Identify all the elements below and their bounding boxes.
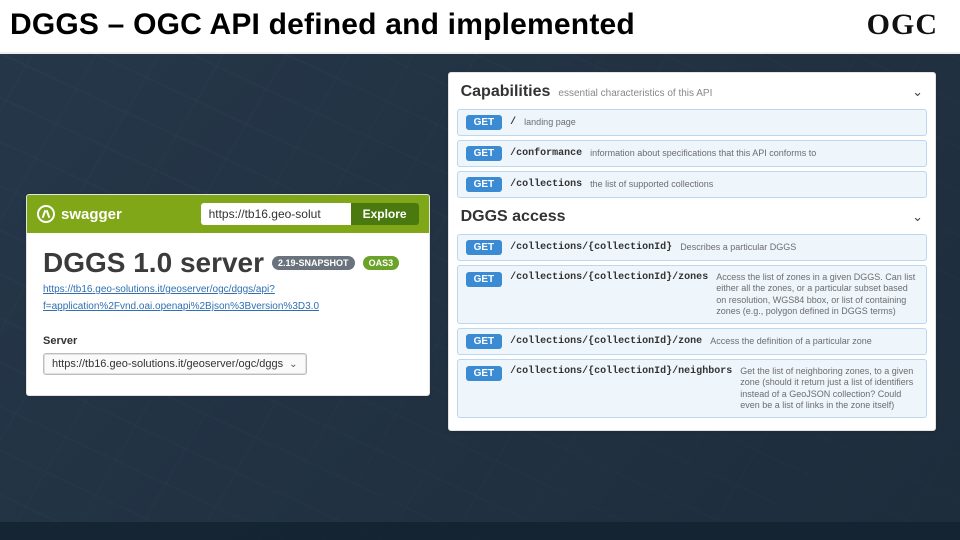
- endpoint-desc: Describes a particular DGGS: [680, 242, 796, 253]
- swagger-doc-link-line2[interactable]: f=application%2Fvnd.oai.openapi%2Bjson%3…: [43, 300, 413, 313]
- endpoint-desc: the list of supported collections: [590, 179, 713, 190]
- http-verb-badge: GET: [466, 146, 503, 161]
- swagger-brand: swagger: [37, 205, 122, 223]
- server-select[interactable]: https://tb16.geo-solutions.it/geoserver/…: [43, 353, 307, 375]
- group-head-dggs-access[interactable]: DGGS access ⌄: [457, 202, 927, 230]
- swagger-doc-link-line1[interactable]: https://tb16.geo-solutions.it/geoserver/…: [43, 283, 413, 296]
- chevron-down-icon: ⌄: [289, 359, 297, 370]
- version-badge: 2.19-SNAPSHOT: [272, 256, 355, 270]
- endpoint-row[interactable]: GET /collections/{collectionId}/zone Acc…: [457, 328, 927, 355]
- http-verb-badge: GET: [466, 240, 503, 255]
- http-verb-badge: GET: [466, 366, 503, 381]
- http-verb-badge: GET: [466, 115, 503, 130]
- endpoint-row[interactable]: GET /collections/{collectionId}/neighbor…: [457, 359, 927, 418]
- endpoint-desc: information about specifications that th…: [590, 148, 816, 159]
- group-subtitle: essential characteristics of this API: [558, 88, 912, 99]
- http-verb-badge: GET: [466, 334, 503, 349]
- endpoint-path: /conformance: [510, 148, 582, 159]
- endpoint-row[interactable]: GET / landing page: [457, 109, 927, 136]
- api-list: Capabilities essential characteristics o…: [448, 72, 936, 431]
- http-verb-badge: GET: [466, 272, 503, 287]
- group-title: DGGS access: [461, 208, 566, 226]
- endpoint-desc: Get the list of neighboring zones, to a …: [740, 366, 918, 411]
- endpoint-desc: Access the definition of a particular zo…: [710, 336, 872, 347]
- group-head-capabilities[interactable]: Capabilities essential characteristics o…: [457, 77, 927, 105]
- endpoint-path: /collections/{collectionId}/neighbors: [510, 366, 732, 377]
- explore-button[interactable]: Explore: [351, 203, 419, 225]
- endpoint-desc: Access the list of zones in a given DGGS…: [716, 272, 918, 317]
- oas-badge: OAS3: [363, 256, 400, 270]
- slide-title: DGGS – OGC API defined and implemented: [10, 8, 635, 42]
- endpoint-path: /collections/{collectionId}/zone: [510, 336, 702, 347]
- swagger-panel: swagger Explore DGGS 1.0 server 2.19-SNA…: [26, 194, 430, 396]
- server-label: Server: [43, 335, 413, 347]
- endpoint-row[interactable]: GET /collections/{collectionId}/zones Ac…: [457, 265, 927, 324]
- left-column: swagger Explore DGGS 1.0 server 2.19-SNA…: [0, 54, 442, 536]
- endpoint-path: /: [510, 117, 516, 128]
- slide-footer: [0, 522, 960, 540]
- ogc-logo: OGC: [867, 8, 938, 42]
- swagger-url-bar: Explore: [201, 203, 419, 225]
- chevron-down-icon: ⌄: [912, 209, 923, 225]
- right-column: Capabilities essential characteristics o…: [442, 54, 960, 536]
- endpoint-path: /collections/{collectionId}/zones: [510, 272, 708, 283]
- title-bar: DGGS – OGC API defined and implemented O…: [0, 0, 960, 54]
- server-value: https://tb16.geo-solutions.it/geoserver/…: [52, 358, 283, 370]
- swagger-topbar: swagger Explore: [27, 195, 429, 233]
- swagger-brand-text: swagger: [61, 206, 122, 223]
- swagger-body: DGGS 1.0 server 2.19-SNAPSHOT OAS3 https…: [27, 233, 429, 395]
- endpoint-desc: landing page: [524, 117, 576, 128]
- endpoint-row[interactable]: GET /conformance information about speci…: [457, 140, 927, 167]
- endpoint-path: /collections: [510, 179, 582, 190]
- chevron-down-icon: ⌄: [912, 84, 923, 100]
- http-verb-badge: GET: [466, 177, 503, 192]
- group-title: Capabilities: [461, 83, 551, 101]
- swagger-url-input[interactable]: [201, 203, 351, 225]
- endpoint-row[interactable]: GET /collections the list of supported c…: [457, 171, 927, 198]
- swagger-logo-icon: [37, 205, 55, 223]
- swagger-heading: DGGS 1.0 server: [43, 247, 264, 279]
- endpoint-row[interactable]: GET /collections/{collectionId} Describe…: [457, 234, 927, 261]
- endpoint-path: /collections/{collectionId}: [510, 242, 672, 253]
- content-area: swagger Explore DGGS 1.0 server 2.19-SNA…: [0, 54, 960, 536]
